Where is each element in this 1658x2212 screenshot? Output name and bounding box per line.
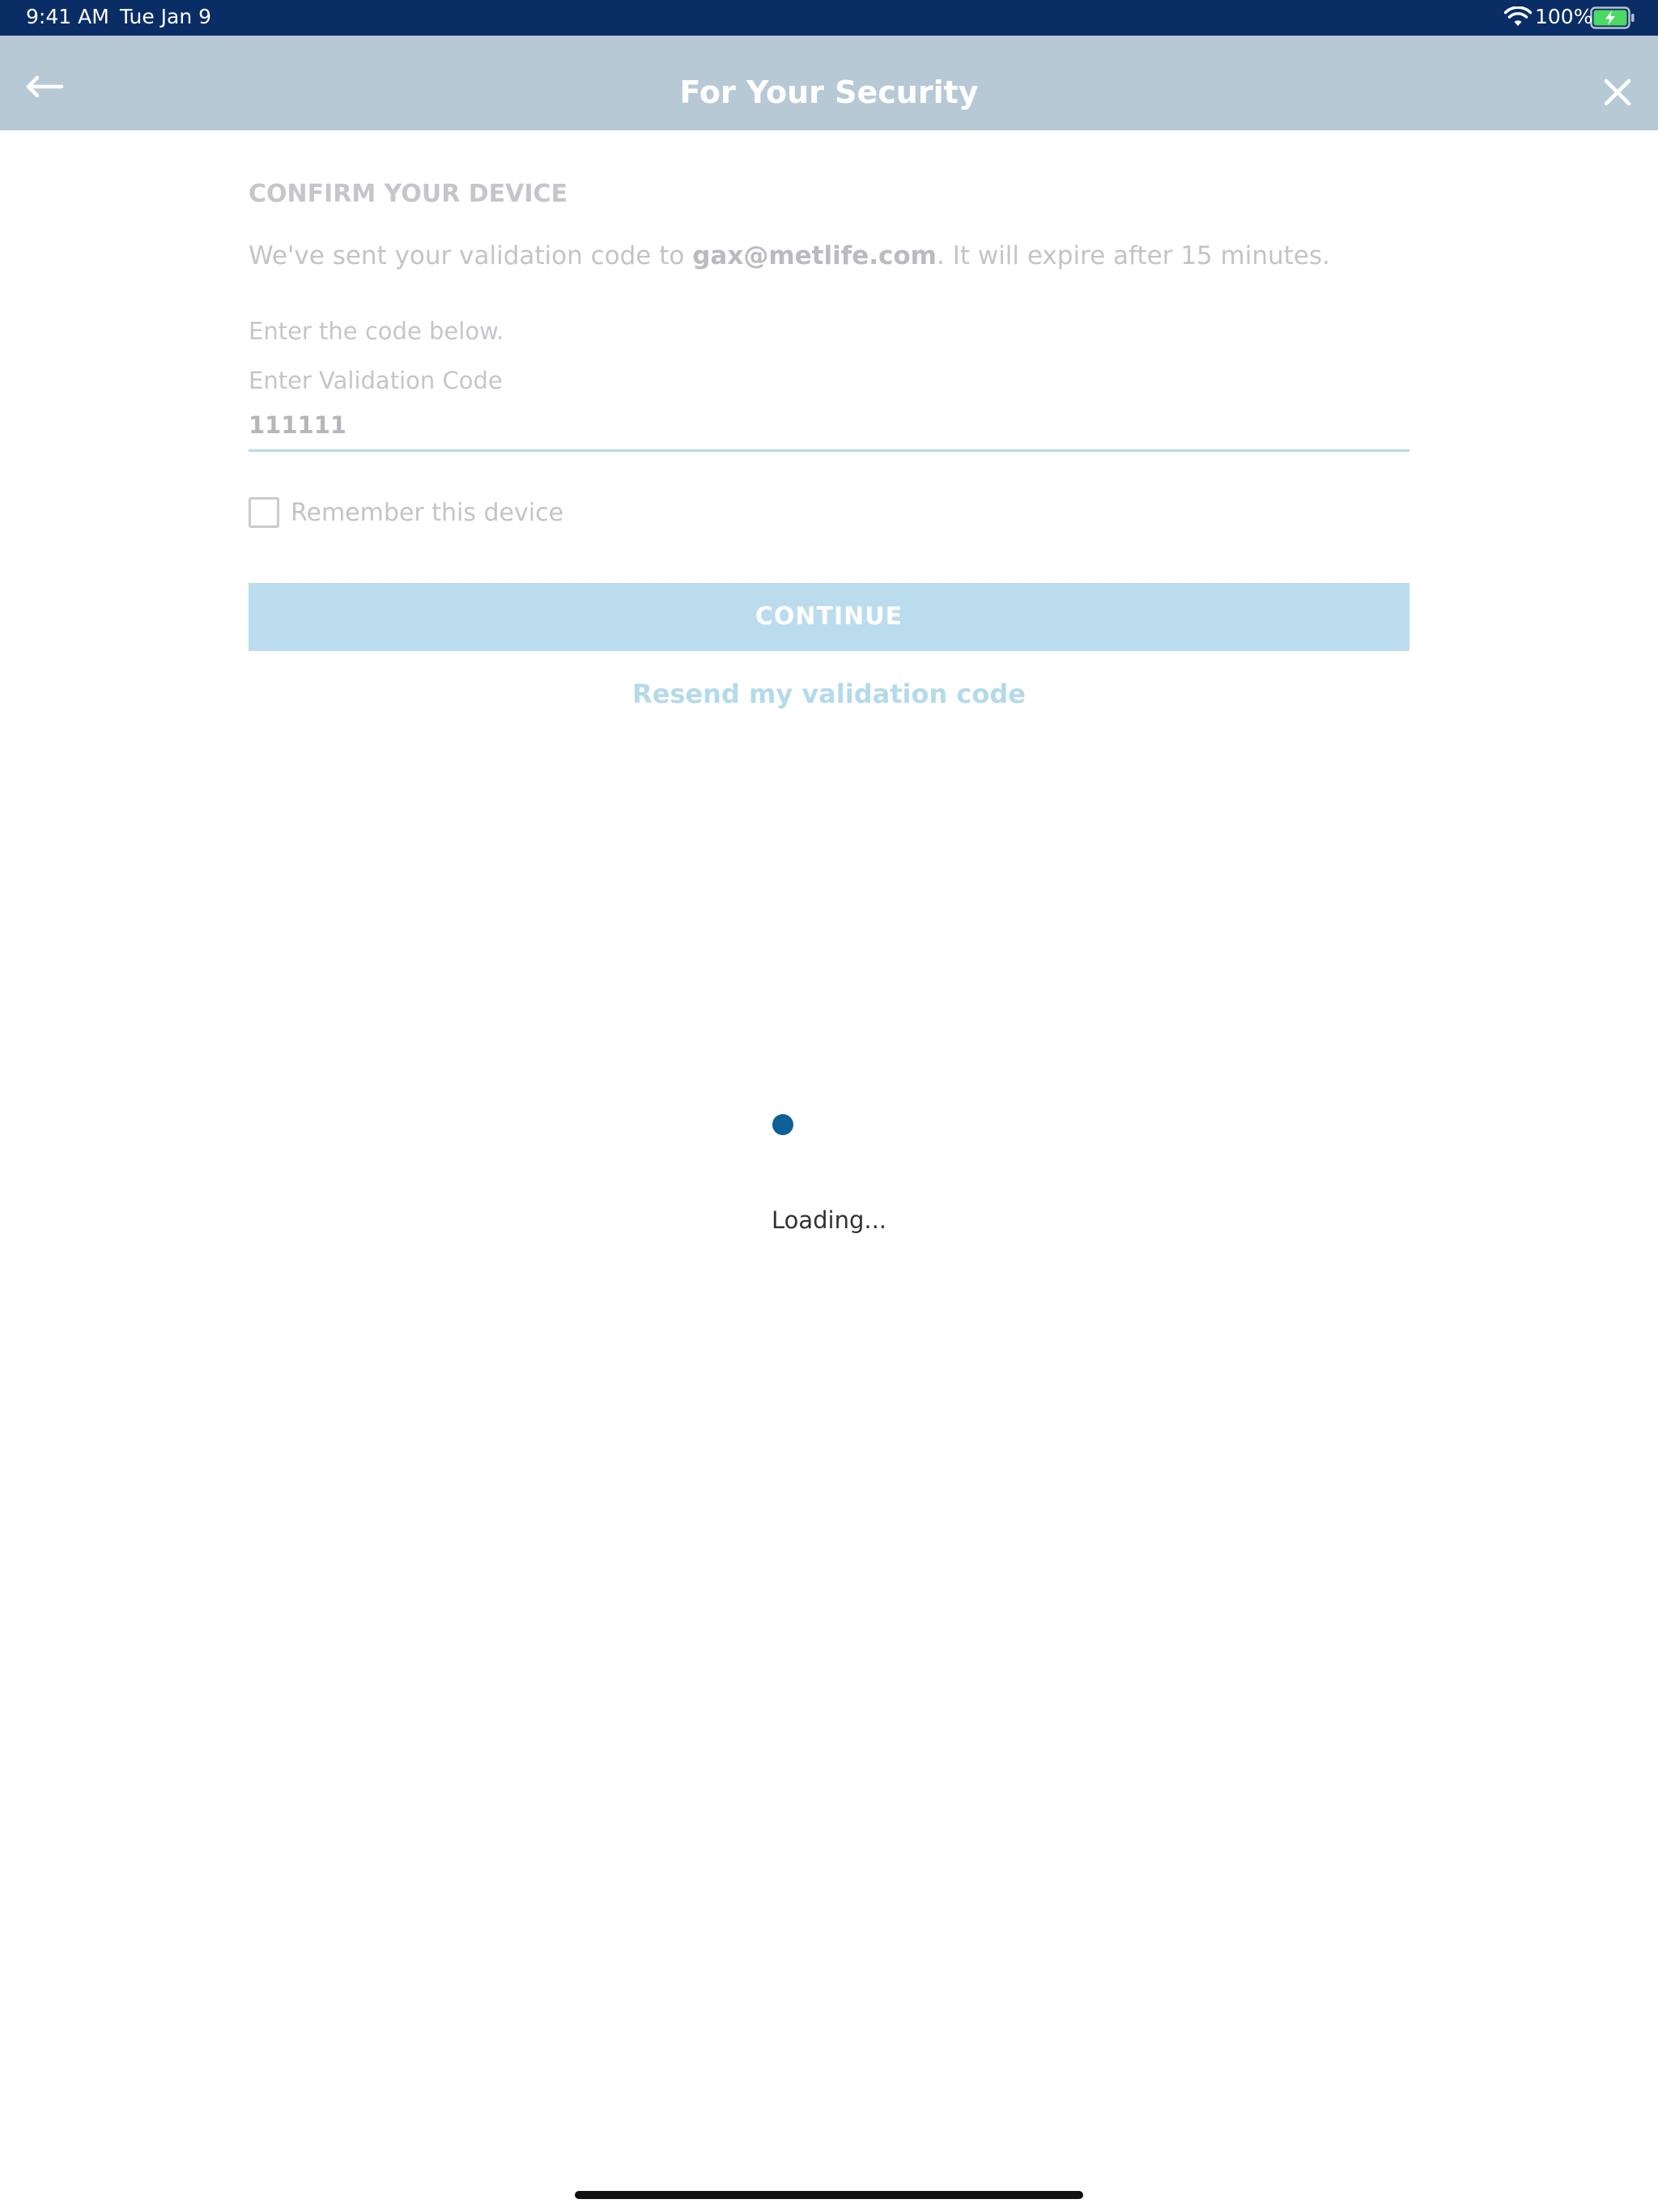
- wifi-icon: [1504, 6, 1532, 26]
- sent-message-prefix: We've sent your validation code to: [249, 241, 693, 270]
- arrow-left-icon[interactable]: [24, 74, 65, 99]
- page-title: For Your Security: [679, 74, 979, 110]
- instruction-text: Enter the code below.: [249, 317, 504, 345]
- section-heading: CONFIRM YOUR DEVICE: [249, 180, 568, 208]
- email-address: gax@metlife.com: [692, 241, 937, 270]
- close-icon[interactable]: [1603, 78, 1632, 107]
- validation-sent-message: We've sent your validation code to gax@m…: [249, 241, 1330, 270]
- status-time: 9:41 AM: [26, 5, 109, 28]
- remember-device-checkbox[interactable]: [249, 497, 279, 528]
- continue-button[interactable]: CONTINUE: [249, 583, 1409, 651]
- status-date: Tue Jan 9: [120, 5, 212, 28]
- battery-percent: 100%: [1535, 5, 1593, 28]
- battery-charging-icon: [1590, 6, 1635, 29]
- loading-text: Loading...: [771, 1206, 887, 1234]
- loading-spinner-icon: [772, 1114, 793, 1135]
- resend-code-label[interactable]: Resend my validation code: [632, 678, 1026, 709]
- validation-code-input[interactable]: [249, 400, 1409, 452]
- home-indicator[interactable]: [575, 2191, 1083, 2199]
- sent-message-suffix: . It will expire after 15 minutes.: [936, 241, 1330, 270]
- resend-code-link[interactable]: Resend my validation code: [0, 678, 1658, 709]
- status-bar: 9:41 AM Tue Jan 9 100%: [0, 0, 1658, 36]
- remember-device-label[interactable]: Remember this device: [291, 499, 563, 527]
- app-screen: 9:41 AM Tue Jan 9 100% For Your Security…: [0, 0, 1658, 2212]
- validation-code-label: Enter Validation Code: [249, 367, 503, 394]
- nav-bar: For Your Security: [0, 36, 1658, 130]
